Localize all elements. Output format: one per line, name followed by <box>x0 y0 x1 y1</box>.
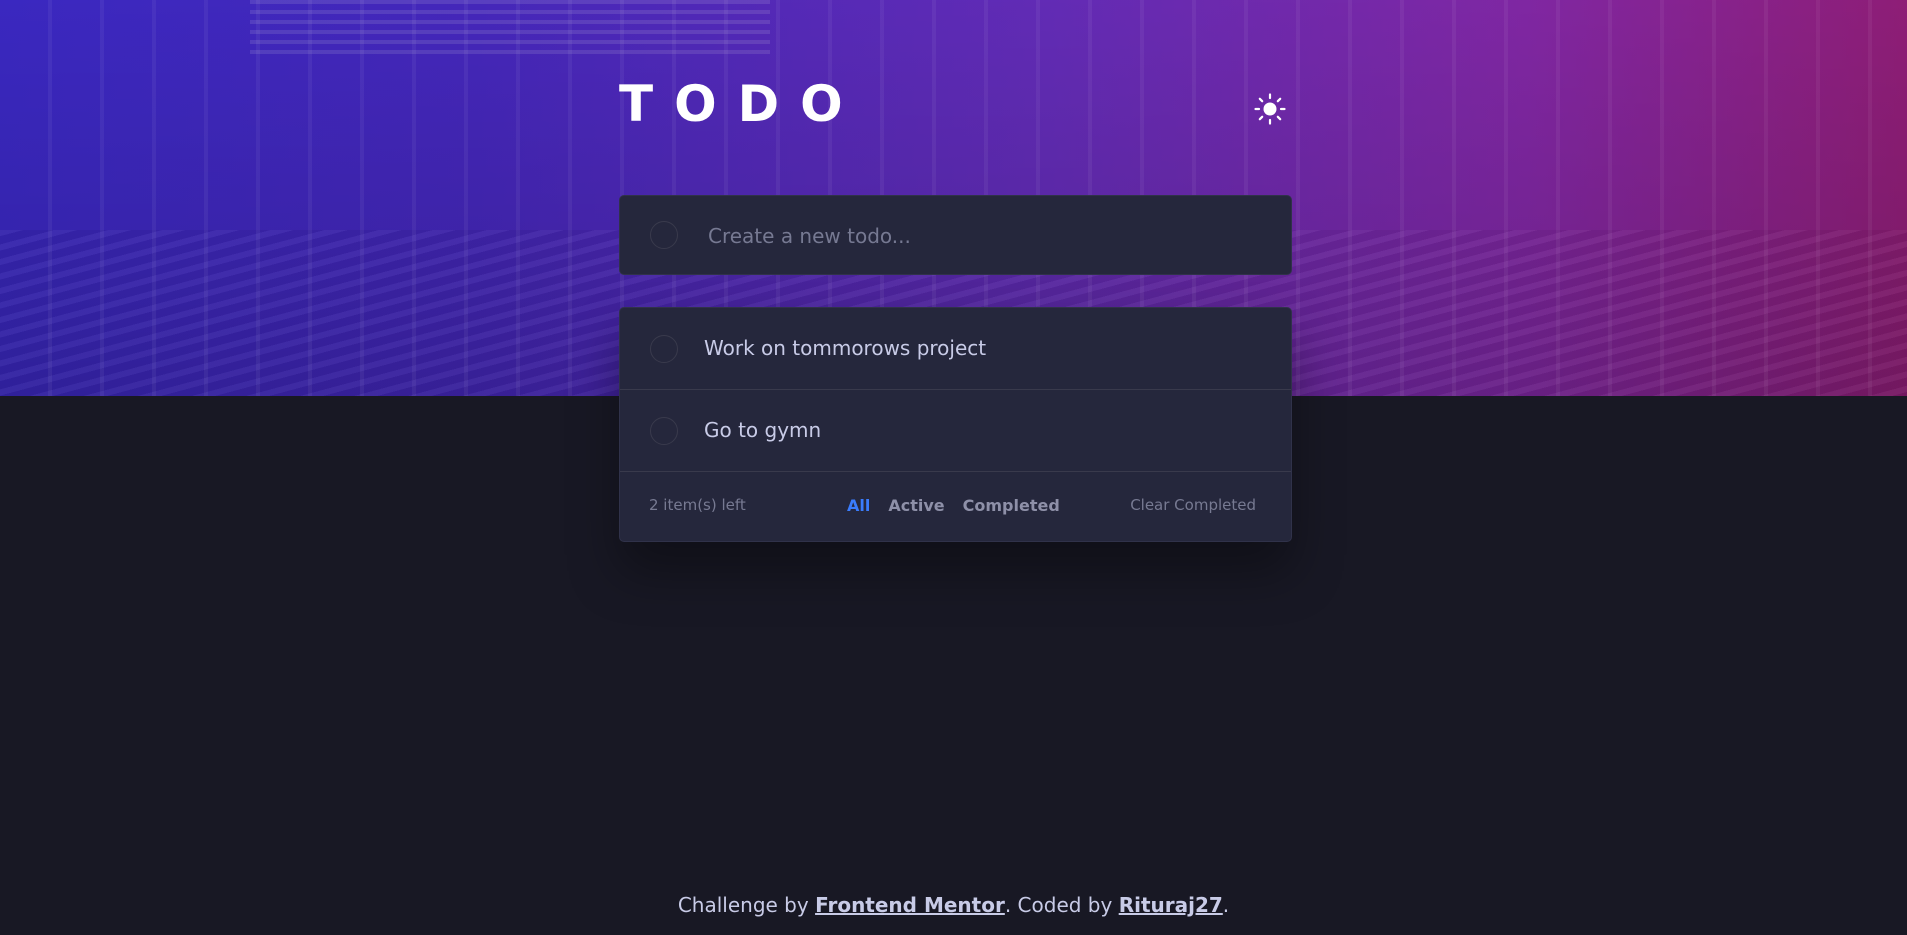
items-left-count: 2 item(s) left <box>649 496 746 514</box>
attribution-prefix: Challenge by <box>677 893 816 917</box>
todo-item[interactable]: Go to gymn <box>620 390 1291 472</box>
frontend-mentor-link[interactable]: Frontend Mentor <box>815 893 1005 917</box>
filter-group: All Active Completed <box>847 496 1078 515</box>
new-todo-form <box>619 195 1292 275</box>
author-link[interactable]: Rituraj27 <box>1119 893 1223 917</box>
todo-item[interactable]: Work on tommorows project <box>620 308 1291 390</box>
todo-checkbox[interactable] <box>650 417 678 445</box>
attribution: Challenge by Frontend Mentor. Coded by R… <box>0 893 1907 917</box>
filter-completed-button[interactable]: Completed <box>963 496 1060 515</box>
attribution-suffix: . <box>1222 893 1230 917</box>
todo-list: Work on tommorows project Go to gymn 2 i… <box>619 307 1292 542</box>
todo-footer: 2 item(s) left All Active Completed Clea… <box>620 472 1291 541</box>
theme-toggle-button[interactable] <box>1253 92 1287 126</box>
filter-active-button[interactable]: Active <box>888 496 944 515</box>
todo-text: Go to gymn <box>704 418 822 442</box>
todo-checkbox[interactable] <box>650 335 678 363</box>
new-todo-input[interactable] <box>706 216 1270 256</box>
sun-icon <box>1254 93 1286 125</box>
clear-completed-button[interactable]: Clear Completed <box>1130 496 1256 514</box>
attribution-middle: . Coded by <box>1004 893 1119 917</box>
todo-text: Work on tommorows project <box>704 336 987 360</box>
page-title: TODO <box>619 75 864 133</box>
new-todo-checkbox[interactable] <box>650 221 678 249</box>
filter-all-button[interactable]: All <box>847 496 870 515</box>
